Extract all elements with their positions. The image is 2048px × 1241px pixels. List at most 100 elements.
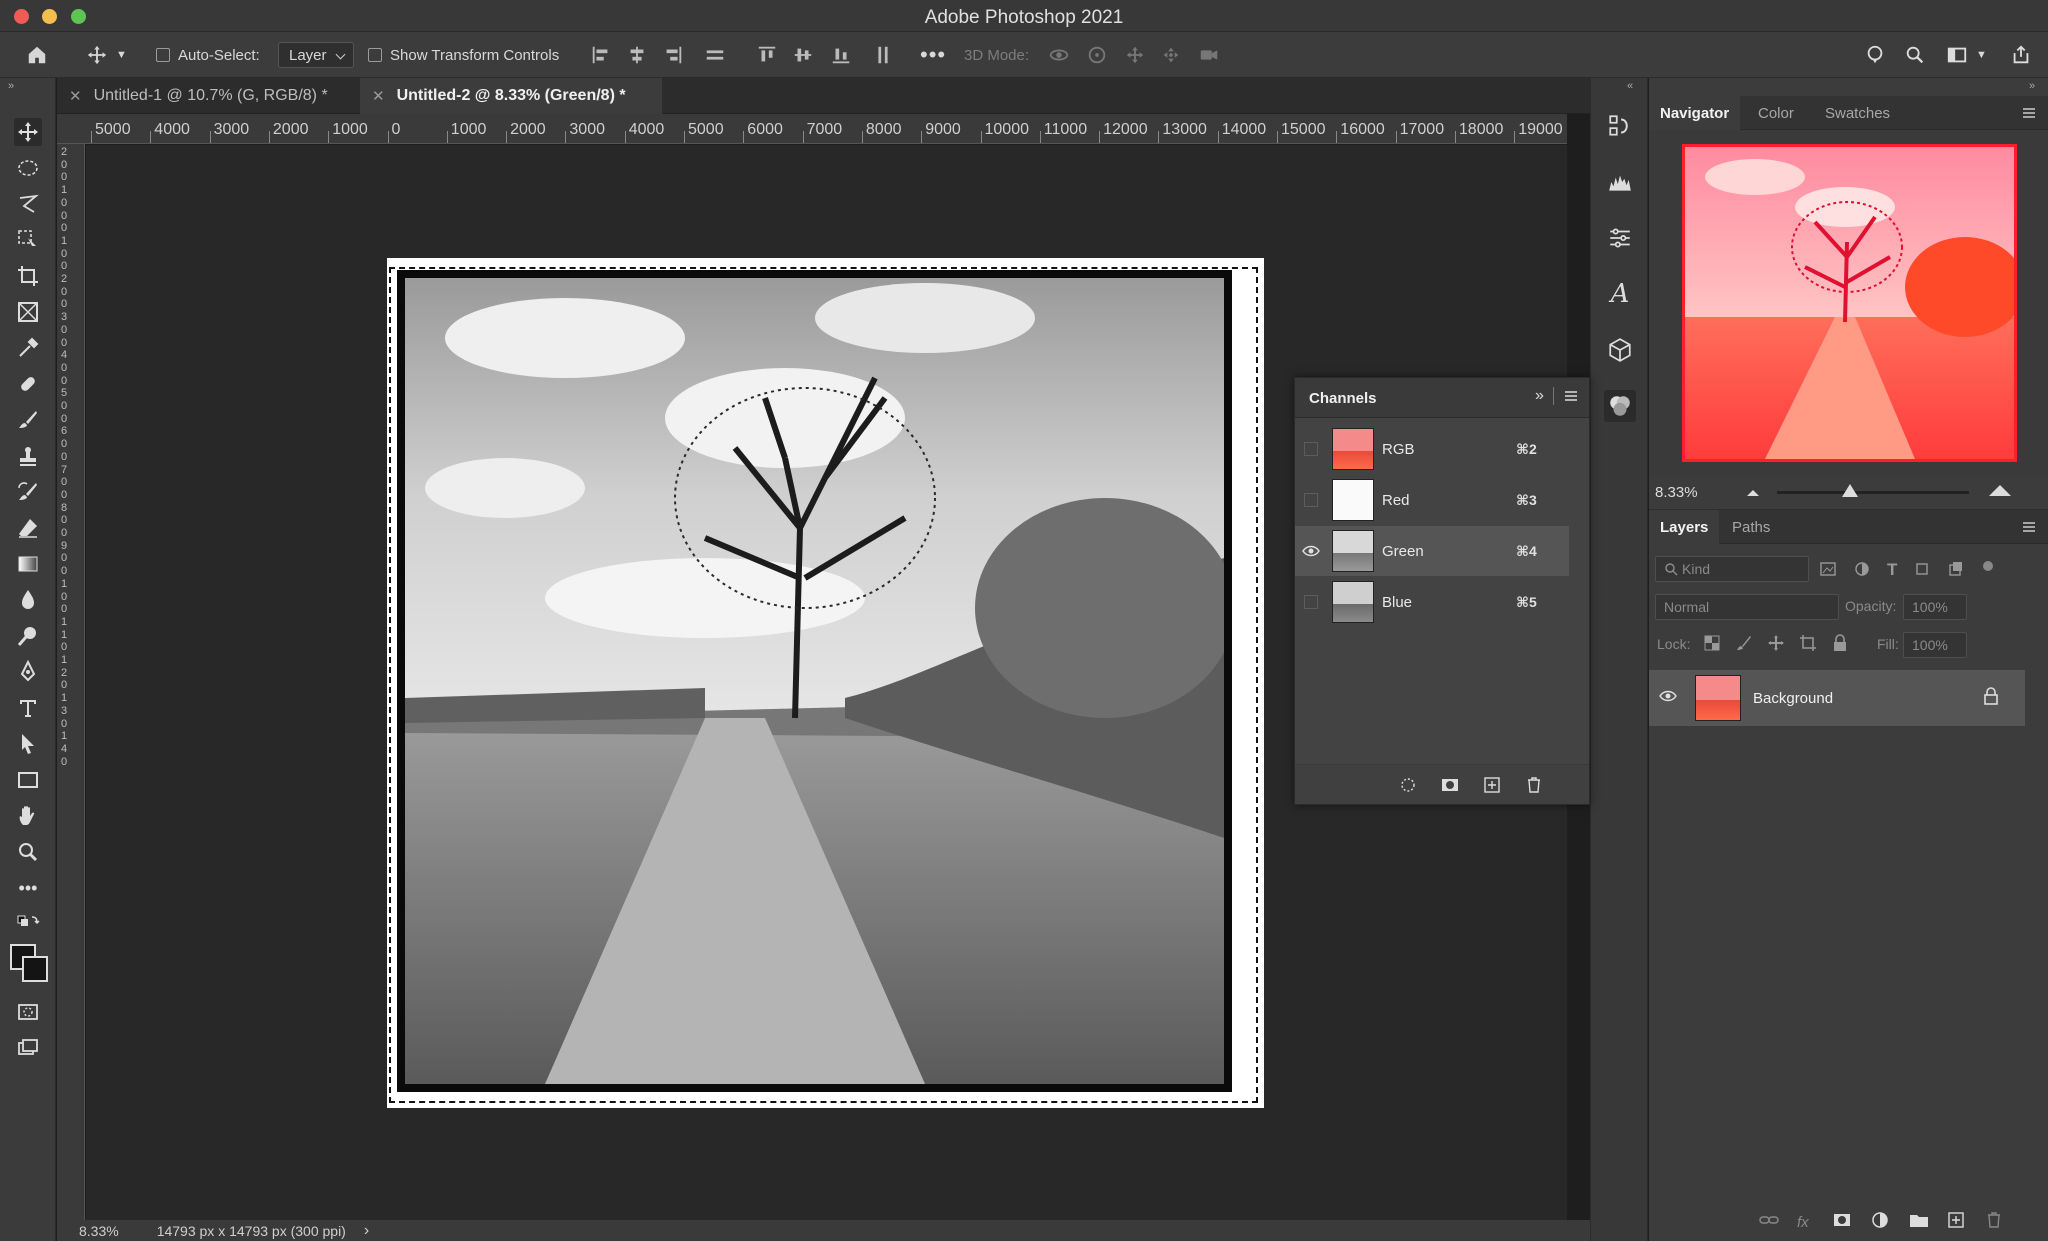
new-adjustment-layer-icon[interactable] — [1871, 1211, 1889, 1234]
shape-filter-icon[interactable] — [1913, 560, 1931, 583]
pixel-filter-icon[interactable] — [1819, 560, 1837, 583]
rectangle-tool-icon[interactable] — [14, 766, 42, 794]
panel-menu-icon[interactable] — [2021, 105, 2037, 126]
status-zoom[interactable]: 8.33% — [79, 1223, 119, 1239]
share-icon[interactable] — [2010, 32, 2032, 78]
tab-layers[interactable]: Layers — [1649, 510, 1720, 544]
learn-icon[interactable] — [1864, 32, 1886, 78]
zoom-tool-icon[interactable] — [14, 838, 42, 866]
new-group-icon[interactable] — [1909, 1212, 1929, 1233]
adjustments-panel-icon[interactable] — [1604, 222, 1636, 254]
3d-pan-icon[interactable] — [1124, 32, 1146, 78]
background-color-swatch[interactable] — [22, 956, 48, 982]
tab-untitled-2[interactable]: ✕ Untitled-2 @ 8.33% (Green/8) * — [360, 78, 662, 114]
3d-roll-icon[interactable] — [1086, 32, 1108, 78]
blend-mode-dropdown[interactable]: Normal — [1655, 594, 1839, 620]
tab-swatches[interactable]: Swatches — [1814, 96, 1901, 130]
clone-stamp-tool-icon[interactable] — [14, 442, 42, 470]
new-layer-icon[interactable] — [1947, 1211, 1965, 1234]
auto-select-checkbox[interactable]: Auto-Select: — [156, 32, 260, 78]
align-bottom-icon[interactable] — [830, 32, 852, 78]
channel-row-rgb[interactable]: RGB ⌘2 — [1295, 424, 1569, 474]
histogram-panel-icon[interactable] — [1604, 166, 1636, 198]
lock-pixels-icon[interactable] — [1735, 634, 1753, 657]
fx-icon[interactable]: fx — [1797, 1214, 1809, 1231]
layer-row-background[interactable]: Background — [1649, 670, 2025, 726]
distribute-icon[interactable] — [704, 32, 726, 78]
align-top-icon[interactable] — [756, 32, 778, 78]
zoom-slider-handle[interactable] — [1841, 484, 1858, 497]
path-selection-tool-icon[interactable] — [14, 730, 42, 758]
gradient-tool-icon[interactable] — [14, 550, 42, 578]
frame-tool-icon[interactable] — [14, 298, 42, 326]
tab-paths[interactable]: Paths — [1721, 510, 1781, 544]
zoom-out-icon[interactable] — [1745, 485, 1761, 503]
zoom-in-icon[interactable] — [1987, 482, 2013, 503]
history-panel-icon[interactable] — [1604, 110, 1636, 142]
collapse-panels-icon[interactable]: » — [2029, 80, 2035, 92]
horizontal-ruler[interactable]: 5000 4000 3000 2000 1000 0 1000 2000 3000 4000 500… — [57, 114, 1567, 144]
object-selection-tool-icon[interactable] — [14, 226, 42, 254]
zoom-slider-track[interactable] — [1777, 491, 1969, 494]
brush-tool-icon[interactable] — [14, 406, 42, 434]
collapse-dock-icon[interactable]: « — [1627, 80, 1633, 92]
edit-toolbar-icon[interactable]: ••• — [14, 874, 42, 902]
align-right-icon[interactable] — [662, 32, 684, 78]
lock-transparent-icon[interactable] — [1703, 634, 1721, 657]
align-middle-icon[interactable] — [792, 32, 814, 78]
3d-slide-icon[interactable] — [1160, 32, 1182, 78]
3d-panel-icon[interactable] — [1604, 334, 1636, 366]
lock-artboard-icon[interactable] — [1799, 634, 1817, 657]
channels-panel-icon[interactable] — [1604, 390, 1636, 422]
marquee-tool-icon[interactable] — [14, 154, 42, 182]
search-icon[interactable] — [1904, 32, 1926, 78]
eraser-tool-icon[interactable] — [14, 514, 42, 542]
smart-object-filter-icon[interactable] — [1947, 560, 1965, 583]
document-canvas[interactable] — [387, 258, 1264, 1108]
collapse-panel-icon[interactable]: » — [1535, 387, 1544, 405]
blur-tool-icon[interactable] — [14, 586, 42, 614]
crop-tool-icon[interactable] — [14, 262, 42, 290]
layer-filter-kind[interactable]: Kind — [1655, 556, 1809, 582]
add-mask-icon[interactable] — [1833, 1212, 1851, 1233]
align-center-icon[interactable] — [626, 32, 648, 78]
home-icon[interactable] — [26, 32, 48, 78]
type-tool-icon[interactable] — [14, 694, 42, 722]
lasso-tool-icon[interactable] — [14, 190, 42, 218]
channel-row-blue[interactable]: Blue ⌘5 — [1295, 577, 1569, 627]
hand-tool-icon[interactable] — [14, 802, 42, 830]
align-left-icon[interactable] — [590, 32, 612, 78]
filter-toggle-icon[interactable] — [1981, 560, 1995, 583]
save-selection-icon[interactable] — [1441, 776, 1459, 799]
dodge-tool-icon[interactable] — [14, 622, 42, 650]
healing-brush-tool-icon[interactable] — [14, 370, 42, 398]
quick-mask-icon[interactable] — [14, 998, 42, 1026]
tab-untitled-1[interactable]: ✕ Untitled-1 @ 10.7% (G, RGB/8) * — [57, 78, 353, 114]
close-tab-icon[interactable]: ✕ — [69, 87, 82, 105]
channel-row-green[interactable]: Green ⌘4 — [1295, 526, 1569, 576]
opacity-field[interactable]: 100% — [1903, 594, 1967, 620]
close-tab-icon[interactable]: ✕ — [372, 87, 385, 105]
eye-icon[interactable] — [1295, 526, 1327, 576]
move-tool-icon[interactable] — [14, 118, 42, 146]
lock-position-icon[interactable] — [1767, 634, 1785, 657]
new-channel-icon[interactable] — [1483, 776, 1501, 799]
navigator-thumbnail[interactable] — [1682, 144, 2017, 462]
eye-icon[interactable] — [1659, 689, 1683, 707]
lock-all-icon[interactable] — [1831, 634, 1849, 657]
panel-menu-icon[interactable] — [2021, 519, 2037, 540]
trash-icon[interactable] — [1985, 1211, 2003, 1234]
visibility-toggle[interactable] — [1304, 442, 1318, 456]
status-menu-arrow[interactable]: › — [364, 1222, 369, 1240]
tab-navigator[interactable]: Navigator — [1649, 96, 1741, 130]
visibility-toggle[interactable] — [1304, 493, 1318, 507]
pen-tool-icon[interactable] — [14, 658, 42, 686]
visibility-toggle[interactable] — [1304, 595, 1318, 609]
expand-toolbar-icon[interactable]: » — [8, 80, 14, 92]
history-brush-tool-icon[interactable] — [14, 478, 42, 506]
type-filter-icon[interactable]: T — [1887, 560, 1897, 583]
character-panel-icon[interactable]: A — [1604, 278, 1636, 310]
tab-color[interactable]: Color — [1747, 96, 1805, 130]
move-tool-preset-icon[interactable]: ▼ — [86, 32, 127, 78]
navigator-preview-area[interactable] — [1649, 130, 2048, 476]
